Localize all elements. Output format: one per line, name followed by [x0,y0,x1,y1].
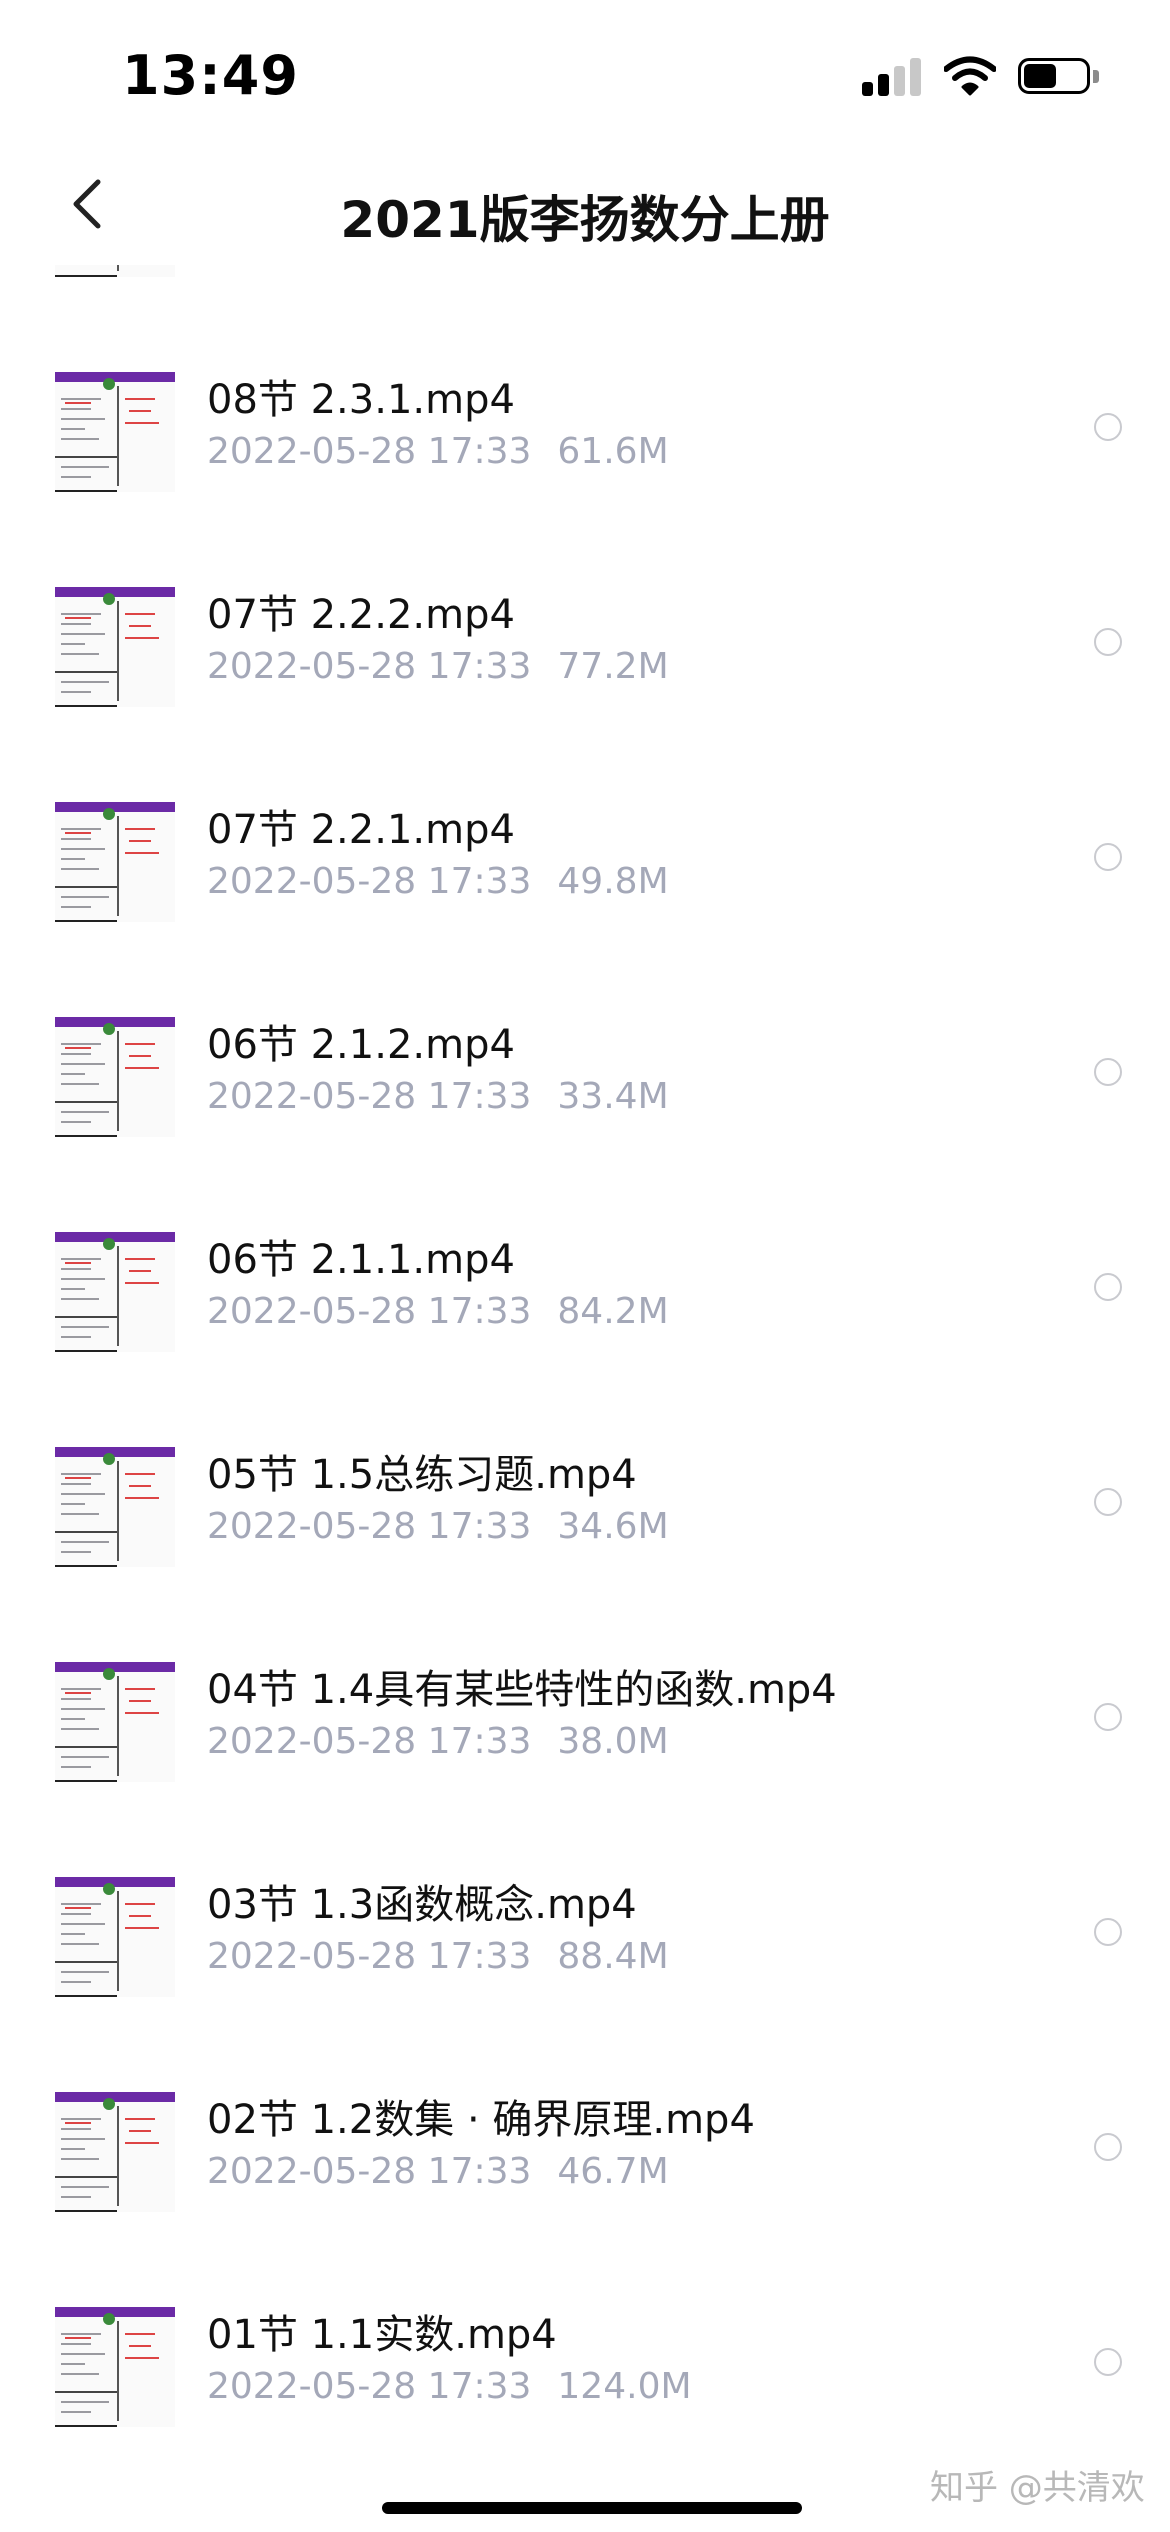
video-thumbnail [55,802,175,922]
file-list-item[interactable]: 01节 1.1实数.mp4 2022-05-28 17:33 124.0M [0,2250,1170,2465]
file-size: 49.8M [557,861,669,902]
file-date: 2022-05-28 17:33 [207,2366,532,2407]
select-radio-icon[interactable] [1094,628,1122,656]
file-name: 04节 1.4具有某些特性的函数.mp4 [207,1667,837,1713]
file-list-item[interactable]: 08节 2.3.1.mp4 2022-05-28 17:33 61.6M [0,315,1170,530]
watermark: 知乎 @共清欢 [930,2468,1145,2508]
file-date: 2022-05-28 17:33 [207,1076,532,1117]
file-meta: 2022-05-28 17:33 61.6M [207,431,669,472]
file-list-item[interactable]: 02节 1.2数集 · 确界原理.mp4 2022-05-28 17:33 46.7… [0,2035,1170,2250]
file-size: 46.7M [557,2151,669,2192]
file-list[interactable]: 08节 2.3.2.mp42022-05-28 17:3384.0M08节 2.… [0,265,1170,2532]
select-radio-icon[interactable] [1094,843,1122,871]
file-date: 2022-05-28 17:33 [207,861,532,902]
battery-icon [1018,58,1102,96]
file-size: 84.2M [557,1291,669,1332]
file-meta: 2022-05-28 17:33 38.0M [207,1721,669,1762]
file-meta: 2022-05-28 17:33 46.7M [207,2151,669,2192]
file-list-item[interactable]: 04节 1.4具有某些特性的函数.mp4 2022-05-28 17:33 38.0… [0,1605,1170,1820]
select-radio-icon[interactable] [1094,1488,1122,1516]
navigation-bar: 2021版李扬数分上册 [0,150,1170,265]
video-thumbnail [55,1447,175,1567]
select-radio-icon[interactable] [1094,2348,1122,2376]
file-size: 88.4M [557,1936,669,1977]
file-name: 06节 2.1.1.mp4 [207,1237,515,1283]
file-name: 06节 2.1.2.mp4 [207,1022,515,1068]
file-size: 61.6M [557,431,669,472]
video-thumbnail [55,372,175,492]
file-date: 2022-05-28 17:33 [207,431,532,472]
file-name: 05节 1.5总练习题.mp4 [207,1452,637,1498]
file-size: 33.4M [557,1076,669,1117]
home-indicator [382,2502,802,2514]
file-date: 2022-05-28 17:33 [207,1936,532,1977]
file-meta: 2022-05-28 17:33 88.4M [207,1936,669,1977]
file-date: 2022-05-28 17:33 [207,1506,532,1547]
select-radio-icon[interactable] [1094,2133,1122,2161]
file-meta: 2022-05-28 17:33 124.0M [207,2366,692,2407]
select-radio-icon[interactable] [1094,1273,1122,1301]
file-size: 124.0M [557,2366,692,2407]
file-meta: 2022-05-28 17:33 33.4M [207,1076,669,1117]
video-thumbnail [55,1017,175,1137]
video-thumbnail [55,265,175,277]
file-name: 03节 1.3函数概念.mp4 [207,1882,637,1928]
status-bar: 13:49 [0,0,1170,150]
file-name: 08节 2.3.1.mp4 [207,377,515,423]
file-list-item[interactable]: 06节 2.1.1.mp4 2022-05-28 17:33 84.2M [0,1175,1170,1390]
file-list-item[interactable]: 06节 2.1.2.mp4 2022-05-28 17:33 33.4M [0,960,1170,1175]
select-radio-icon[interactable] [1094,1703,1122,1731]
cellular-signal-icon [862,58,924,96]
video-thumbnail [55,1232,175,1352]
wifi-icon [944,56,996,96]
file-list-item[interactable]: 07节 2.2.2.mp4 2022-05-28 17:33 77.2M [0,530,1170,745]
status-time: 13:49 [122,44,299,107]
file-list-item[interactable]: 05节 1.5总练习题.mp4 2022-05-28 17:33 34.6M [0,1390,1170,1605]
file-date: 2022-05-28 17:33 [207,1721,532,1762]
file-name: 07节 2.2.1.mp4 [207,807,515,853]
file-list-item[interactable]: 03节 1.3函数概念.mp4 2022-05-28 17:33 88.4M [0,1820,1170,2035]
file-size: 38.0M [557,1721,669,1762]
select-radio-icon[interactable] [1094,1918,1122,1946]
file-meta: 2022-05-28 17:33 34.6M [207,1506,669,1547]
file-date: 2022-05-28 17:33 [207,2151,532,2192]
video-thumbnail [55,1877,175,1997]
video-thumbnail [55,587,175,707]
file-size: 34.6M [557,1506,669,1547]
file-name: 07节 2.2.2.mp4 [207,592,515,638]
file-meta: 2022-05-28 17:33 77.2M [207,646,669,687]
select-radio-icon[interactable] [1094,413,1122,441]
video-thumbnail [55,1662,175,1782]
file-meta: 2022-05-28 17:33 84.2M [207,1291,669,1332]
video-thumbnail [55,2307,175,2427]
video-thumbnail [55,2092,175,2212]
file-meta: 2022-05-28 17:33 49.8M [207,861,669,902]
page-title: 2021版李扬数分上册 [340,191,830,249]
file-name: 02节 1.2数集 · 确界原理.mp4 [207,2097,755,2143]
file-name: 01节 1.1实数.mp4 [207,2312,557,2358]
file-date: 2022-05-28 17:33 [207,646,532,687]
select-radio-icon[interactable] [1094,1058,1122,1086]
file-list-item[interactable]: 08节 2.3.2.mp42022-05-28 17:3384.0M [0,265,1170,315]
file-size: 77.2M [557,646,669,687]
file-list-item[interactable]: 07节 2.2.1.mp4 2022-05-28 17:33 49.8M [0,745,1170,960]
file-date: 2022-05-28 17:33 [207,1291,532,1332]
